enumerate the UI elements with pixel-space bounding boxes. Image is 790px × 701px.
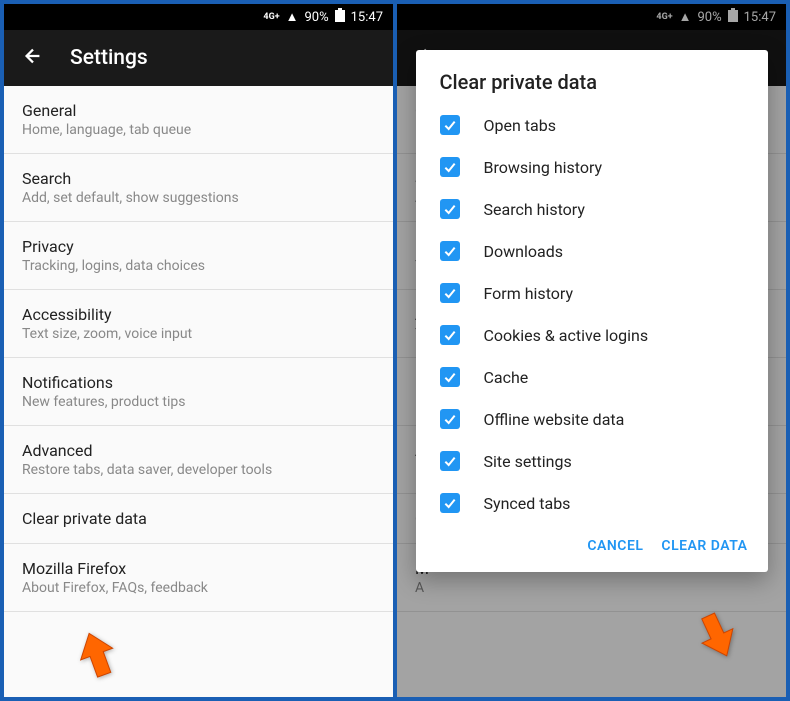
signal-icon: ▲ [286,9,299,25]
checkbox-icon[interactable] [440,409,460,429]
dialog-title: Clear private data [416,70,768,104]
cancel-button[interactable]: CANCEL [587,538,643,554]
checkbox-icon[interactable] [440,241,460,261]
settings-item-privacy[interactable]: PrivacyTracking, logins, data choices [4,222,393,290]
page-title: Settings [70,46,148,70]
settings-item-general[interactable]: GeneralHome, language, tab queue [4,86,393,154]
settings-item-mozilla[interactable]: Mozilla FirefoxAbout Firefox, FAQs, feed… [4,544,393,612]
option-offline-data[interactable]: Offline website data [416,398,768,440]
settings-list: GeneralHome, language, tab queue SearchA… [4,86,393,697]
back-icon[interactable] [22,45,44,71]
modal-overlay: Clear private data Open tabs Browsing hi… [397,4,786,697]
checkbox-icon[interactable] [440,283,460,303]
option-search-history[interactable]: Search history [416,188,768,230]
option-open-tabs[interactable]: Open tabs [416,104,768,146]
phone-left: 4G+ ▲ 90% 15:47 Settings GeneralHome, la… [4,4,393,697]
clear-data-button[interactable]: CLEAR DATA [661,538,747,554]
status-bar: 4G+ ▲ 90% 15:47 [4,4,393,30]
checkbox-icon[interactable] [440,325,460,345]
checkbox-icon[interactable] [440,199,460,219]
battery-icon [335,8,345,26]
checkbox-icon[interactable] [440,451,460,471]
option-form-history[interactable]: Form history [416,272,768,314]
battery-label: 90% [304,10,328,25]
checkbox-icon[interactable] [440,157,460,177]
clock: 15:47 [351,10,383,25]
settings-item-notifications[interactable]: NotificationsNew features, product tips [4,358,393,426]
settings-item-accessibility[interactable]: AccessibilityText size, zoom, voice inpu… [4,290,393,358]
app-header: Settings [4,30,393,86]
settings-item-advanced[interactable]: AdvancedRestore tabs, data saver, develo… [4,426,393,494]
option-browsing-history[interactable]: Browsing history [416,146,768,188]
option-cache[interactable]: Cache [416,356,768,398]
network-indicator: 4G+ [263,12,279,22]
option-synced-tabs[interactable]: Synced tabs [416,482,768,524]
option-cookies[interactable]: Cookies & active logins [416,314,768,356]
dialog-actions: CANCEL CLEAR DATA [416,524,768,562]
option-site-settings[interactable]: Site settings [416,440,768,482]
clear-data-dialog: Clear private data Open tabs Browsing hi… [416,50,768,572]
checkbox-icon[interactable] [440,493,460,513]
phone-right: 4G+ ▲ 90% 15:47 GH SA PT AT NN AR C MA C… [397,4,786,697]
checkbox-icon[interactable] [440,115,460,135]
settings-item-search[interactable]: SearchAdd, set default, show suggestions [4,154,393,222]
option-downloads[interactable]: Downloads [416,230,768,272]
checkbox-icon[interactable] [440,367,460,387]
settings-item-clear-private-data[interactable]: Clear private data [4,494,393,544]
